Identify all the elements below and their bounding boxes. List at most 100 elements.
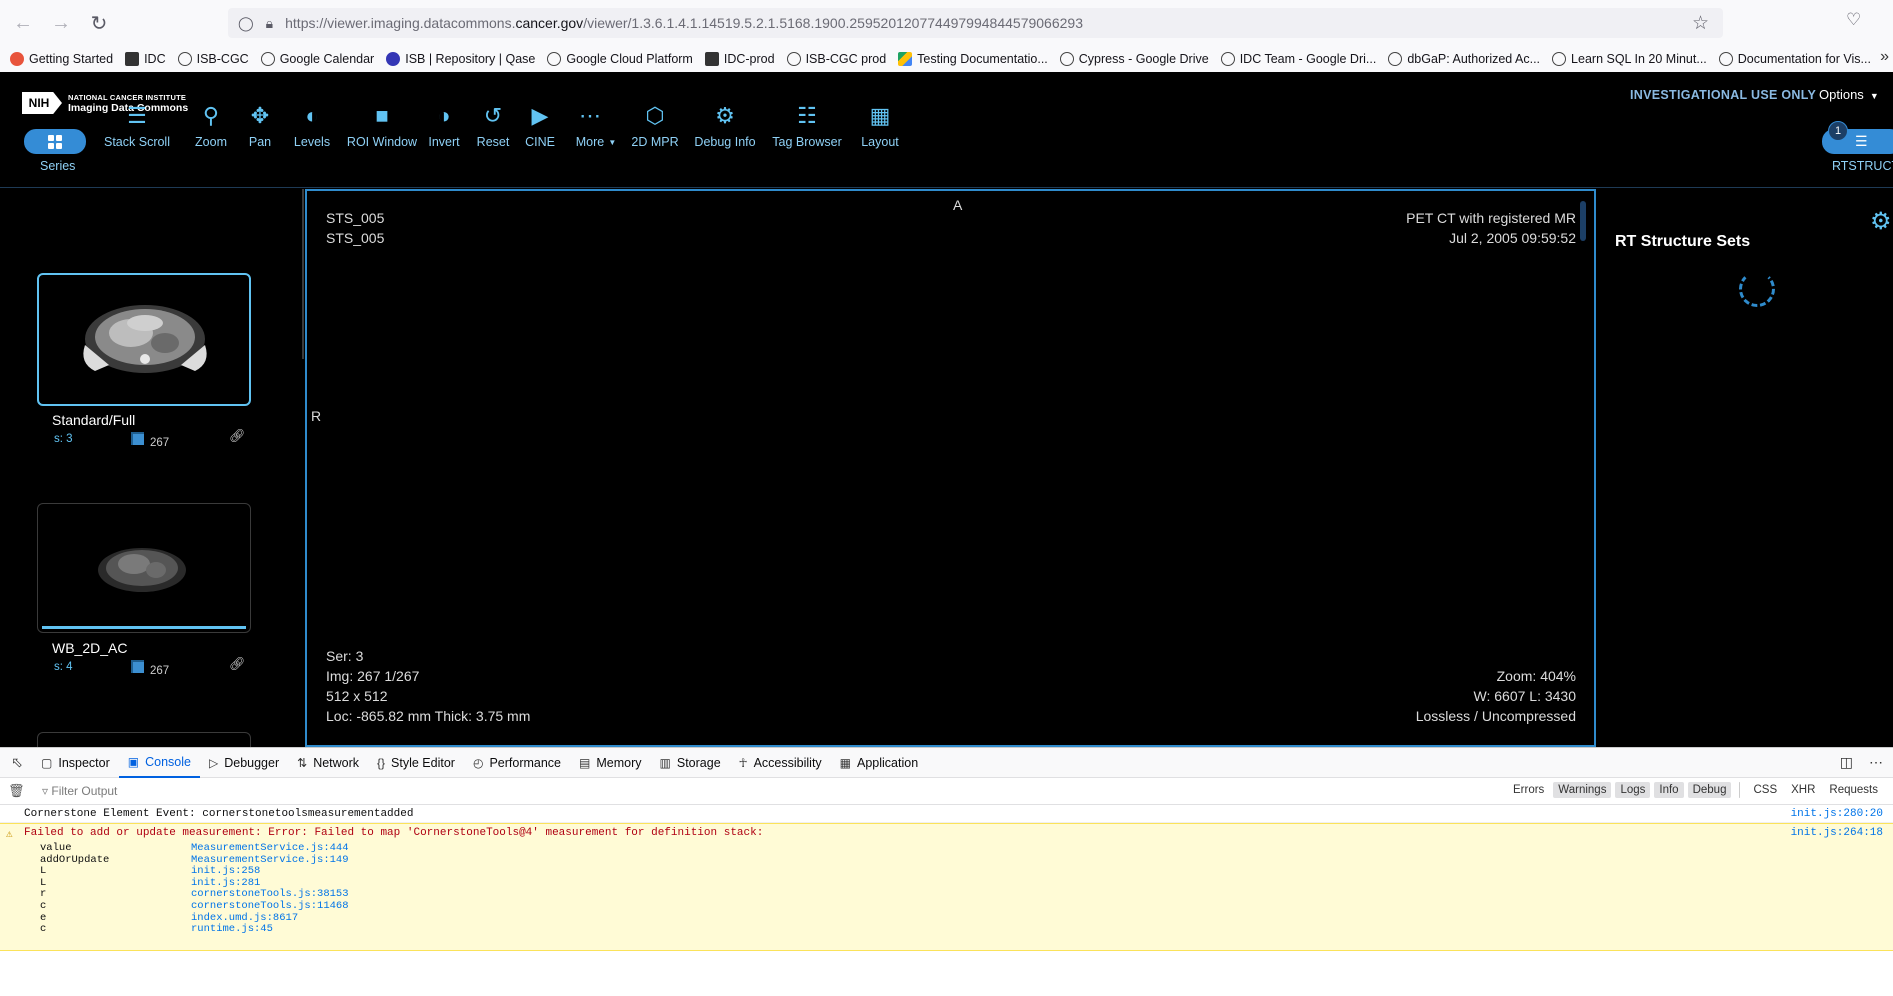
series-thumbnail[interactable] — [37, 732, 251, 747]
scrollbar[interactable] — [302, 189, 304, 359]
more-icon: ⋯ — [578, 103, 601, 128]
devtools-tabs: ⬁ ▢ Inspector ▣ Console ▷ Debugger ⇅ Network {} S… — [0, 748, 1893, 778]
pocket-icon[interactable]: ♡ — [1846, 10, 1870, 34]
grid-icon — [48, 134, 62, 149]
log-level-errors[interactable]: Errors — [1508, 782, 1549, 798]
log-level-info[interactable]: Info — [1654, 782, 1684, 798]
bookmark-item[interactable]: Google Cloud Platform — [547, 52, 693, 66]
series-thumbnail-panel: Standard/Full s: 3 267 🔗︎ WB_2D_AC s: 4 … — [0, 189, 304, 747]
tool-debug-info[interactable]: ⚙ Debug Info — [694, 102, 755, 149]
tool-stack-scroll[interactable]: ☰ Stack Scroll — [104, 102, 170, 149]
console-source-link[interactable]: init.js:264:18 — [1791, 827, 1883, 839]
tool-pan[interactable]: ✥ Pan — [249, 102, 271, 149]
log-level-warnings[interactable]: Warnings — [1553, 782, 1612, 798]
log-level-logs[interactable]: Logs — [1615, 782, 1651, 798]
tool-tag-browser[interactable]: ☷ Tag Browser — [772, 102, 841, 149]
tool-layout[interactable]: ▦ Layout — [861, 102, 899, 149]
image-stack-icon — [131, 660, 144, 673]
globe-icon — [177, 52, 192, 66]
bookmark-label: Cypress - Google Drive — [1078, 52, 1209, 66]
tool-more[interactable]: ⋯ More ▼ — [576, 102, 616, 149]
bookmark-item[interactable]: IDC-prod — [704, 52, 775, 66]
nih-badge: NIH — [22, 92, 62, 114]
log-type-css[interactable]: CSS — [1748, 782, 1782, 798]
tool-levels[interactable]: ◐ Levels — [294, 102, 330, 149]
zoom-level: Zoom: 404% — [1496, 668, 1576, 684]
warning-icon: ⚠ — [6, 829, 13, 841]
devtools-tab-storage[interactable]: ▥ Storage — [651, 748, 730, 778]
bookmark-item[interactable]: Testing Documentatio... — [898, 52, 1048, 66]
tool-reset[interactable]: ↺ Reset — [477, 102, 510, 149]
devtools-tab-performance[interactable]: ◴ Performance — [464, 748, 570, 778]
image-viewport[interactable]: A R STS_005 STS_005 PET CT with register… — [305, 189, 1596, 747]
options-menu[interactable]: Options ▼ — [1819, 87, 1879, 102]
devtools-tab-debugger[interactable]: ▷ Debugger — [200, 748, 288, 778]
element-picker-icon[interactable]: ⬁ — [2, 754, 32, 771]
log-type-requests[interactable]: Requests — [1824, 782, 1883, 798]
devtools-tab-memory[interactable]: ▤ Memory — [570, 748, 651, 778]
link-icon[interactable]: 🔗︎ — [229, 656, 246, 672]
series-thumbnail[interactable] — [37, 273, 251, 406]
bookmark-item[interactable]: Documentation for Vis... — [1718, 52, 1871, 66]
dock-icon[interactable]: ◫ — [1840, 754, 1853, 771]
back-icon[interactable]: ← — [8, 8, 38, 38]
bookmark-item[interactable]: ISB | Repository | Qase — [386, 52, 535, 66]
bookmark-item[interactable]: ISB-CGC — [177, 52, 249, 66]
bookmark-item[interactable]: Learn SQL In 20 Minut... — [1552, 52, 1707, 66]
devtools-tab-inspector[interactable]: ▢ Inspector — [32, 748, 119, 778]
bookmark-item[interactable]: ISB-CGC prod — [786, 52, 886, 66]
tool-roi-window[interactable]: ■ ROI Window — [347, 102, 417, 149]
tool-invert[interactable]: ◑ Invert — [428, 102, 459, 149]
stack-location-link[interactable]: runtime.js:45 — [191, 923, 273, 937]
lock-icon[interactable]: 🔒︎ — [266, 15, 273, 32]
bookmark-item[interactable]: IDC — [125, 52, 166, 66]
levels-icon: ◐ — [305, 103, 319, 128]
devtools-tab-console[interactable]: ▣ Console — [118, 748, 200, 778]
devtools-tab-application[interactable]: ▦ Application — [831, 748, 928, 778]
devtools-tab-label: Application — [857, 755, 919, 770]
forward-icon[interactable]: → — [46, 8, 76, 38]
bookmark-star-icon[interactable]: ☆ — [1692, 12, 1709, 35]
bookmark-label: Testing Documentatio... — [917, 52, 1048, 66]
reload-icon[interactable]: ↻ — [84, 8, 114, 38]
gear-icon[interactable]: ⚙ — [1870, 207, 1892, 236]
bookmark-label: Learn SQL In 20 Minut... — [1571, 52, 1707, 66]
tool-2d-mpr[interactable]: ⬡ 2D MPR — [631, 102, 678, 149]
bookmark-item[interactable]: Google Calendar — [260, 52, 374, 66]
bookmark-label: Getting Started — [29, 52, 114, 66]
log-type-xhr[interactable]: XHR — [1786, 782, 1820, 798]
console-source-link[interactable]: init.js:280:20 — [1791, 808, 1883, 820]
bookmark-item[interactable]: Cypress - Google Drive — [1059, 52, 1209, 66]
storage-icon: ▥ — [659, 755, 671, 770]
app-header: NIH NATIONAL CANCER INSTITUTE Imaging Da… — [0, 72, 1893, 188]
log-level-debug[interactable]: Debug — [1687, 782, 1732, 798]
tool-cine[interactable]: ▶ CINE — [525, 102, 555, 149]
compression-info: Lossless / Uncompressed — [1415, 708, 1576, 724]
link-icon[interactable]: 🔗︎ — [229, 428, 246, 444]
image-scrollbar[interactable] — [1580, 201, 1586, 241]
devtools-tab-network[interactable]: ⇅ Network — [288, 748, 368, 778]
bookmark-item[interactable]: Getting Started — [10, 52, 113, 66]
devtools-tab-style-editor[interactable]: {} Style Editor — [368, 748, 464, 778]
trash-icon[interactable]: 🗑︎ — [8, 783, 28, 799]
rt-structure-panel: ⚙ RT Structure Sets — [1596, 189, 1893, 747]
memory-icon: ▤ — [579, 755, 591, 770]
tool-label: Reset — [476, 135, 510, 149]
devtools-tab-accessibility[interactable]: ☥ Accessibility — [730, 748, 831, 778]
investigational-notice: INVESTIGATIONAL USE ONLY — [1630, 88, 1817, 102]
bookmarks-overflow-icon[interactable]: » — [1880, 48, 1889, 66]
devtools-tab-label: Style Editor — [391, 755, 455, 770]
series-thumbnail[interactable] — [37, 503, 251, 633]
more-options-icon[interactable]: ⋯ — [1869, 754, 1883, 771]
console-warning: ⚠ Failed to add or update measurement: E… — [0, 823, 1893, 951]
tool-zoom[interactable]: ⚲ Zoom — [195, 102, 227, 149]
tracking-shield-icon[interactable]: ◯ — [238, 15, 254, 32]
debug-icon: ⚙ — [715, 103, 735, 128]
series-toggle-button[interactable] — [24, 129, 86, 154]
url-text[interactable]: https://viewer.imaging.datacommons.cance… — [285, 15, 1083, 31]
filter-output-input[interactable]: ▿ Filter Output — [42, 784, 117, 798]
thumbnail-image-count: 267 — [150, 665, 170, 677]
bookmark-item[interactable]: IDC Team - Google Dri... — [1220, 52, 1376, 66]
address-bar[interactable]: ◯ 🔒︎ https://viewer.imaging.datacommons.… — [228, 8, 1723, 38]
bookmark-item[interactable]: dbGaP: Authorized Ac... — [1388, 52, 1540, 66]
